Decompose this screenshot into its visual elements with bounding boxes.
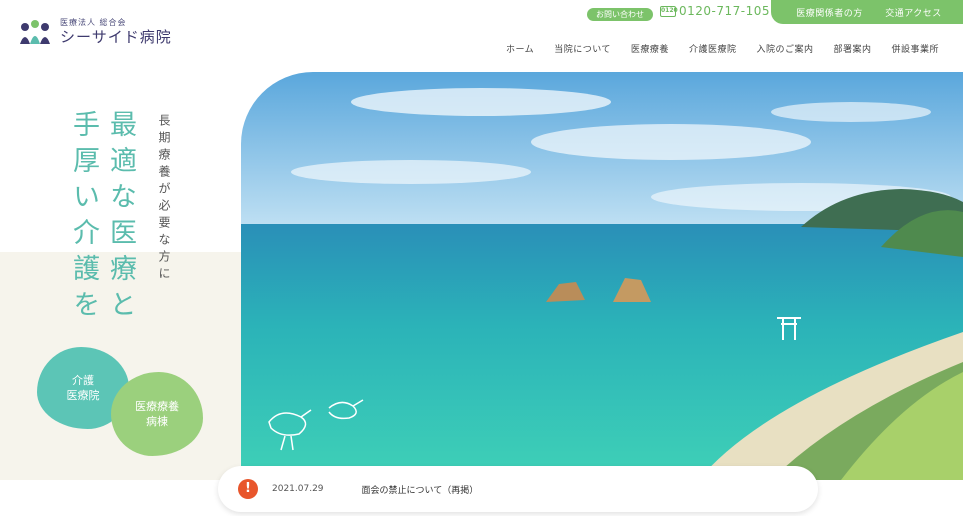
link-medical-professionals[interactable]: 医療関係者の方 xyxy=(796,6,863,19)
logo-mark-icon xyxy=(18,18,54,46)
global-nav: ホーム 当院について 医療療養 介護医療院 入院のご案内 部署案内 併設事業所 xyxy=(506,42,939,55)
nav-about[interactable]: 当院について xyxy=(554,42,611,55)
top-links-bar: 医療関係者の方 交通アクセス xyxy=(771,0,963,24)
medical-ward-label: 医療療養 病棟 xyxy=(135,400,179,428)
nav-home[interactable]: ホーム xyxy=(506,42,534,55)
logo-title: シーサイド病院 xyxy=(60,28,172,46)
contact-button[interactable]: お問い合わせ xyxy=(587,8,653,21)
catch-copy-line2: 手厚い介護を xyxy=(68,110,99,326)
phone-number: 0120-717-105 xyxy=(679,4,771,18)
news-bar[interactable]: ! 2021.07.29 面会の禁止について（再掲） xyxy=(218,466,818,512)
nav-care-hospital[interactable]: 介護医療院 xyxy=(689,42,737,55)
nav-medical-care[interactable]: 医療療養 xyxy=(631,42,669,55)
catch-copy-line1: 最適な医療と xyxy=(105,110,136,326)
nav-departments[interactable]: 部署案内 xyxy=(833,42,871,55)
news-title[interactable]: 面会の禁止について（再掲） xyxy=(362,483,479,496)
nav-admission[interactable]: 入院のご案内 xyxy=(756,42,813,55)
free-dial-icon: 0120 xyxy=(660,5,678,17)
news-date: 2021.07.29 xyxy=(272,484,324,494)
logo-subtitle: 医療法人 総合会 xyxy=(60,18,127,27)
link-access[interactable]: 交通アクセス xyxy=(885,6,942,19)
medical-ward-button[interactable]: 医療療養 病棟 xyxy=(111,372,203,456)
catch-copy-sub: 長期療養が必要な方に xyxy=(157,114,171,284)
care-hospital-label: 介護 医療院 xyxy=(66,374,100,402)
nav-facilities[interactable]: 併設事業所 xyxy=(891,42,939,55)
phone-link[interactable]: 0120 0120-717-105 xyxy=(660,4,770,18)
alert-icon: ! xyxy=(238,479,258,499)
hero-image xyxy=(241,72,963,480)
site-logo[interactable]: 医療法人 総合会 シーサイド病院 xyxy=(18,18,172,46)
